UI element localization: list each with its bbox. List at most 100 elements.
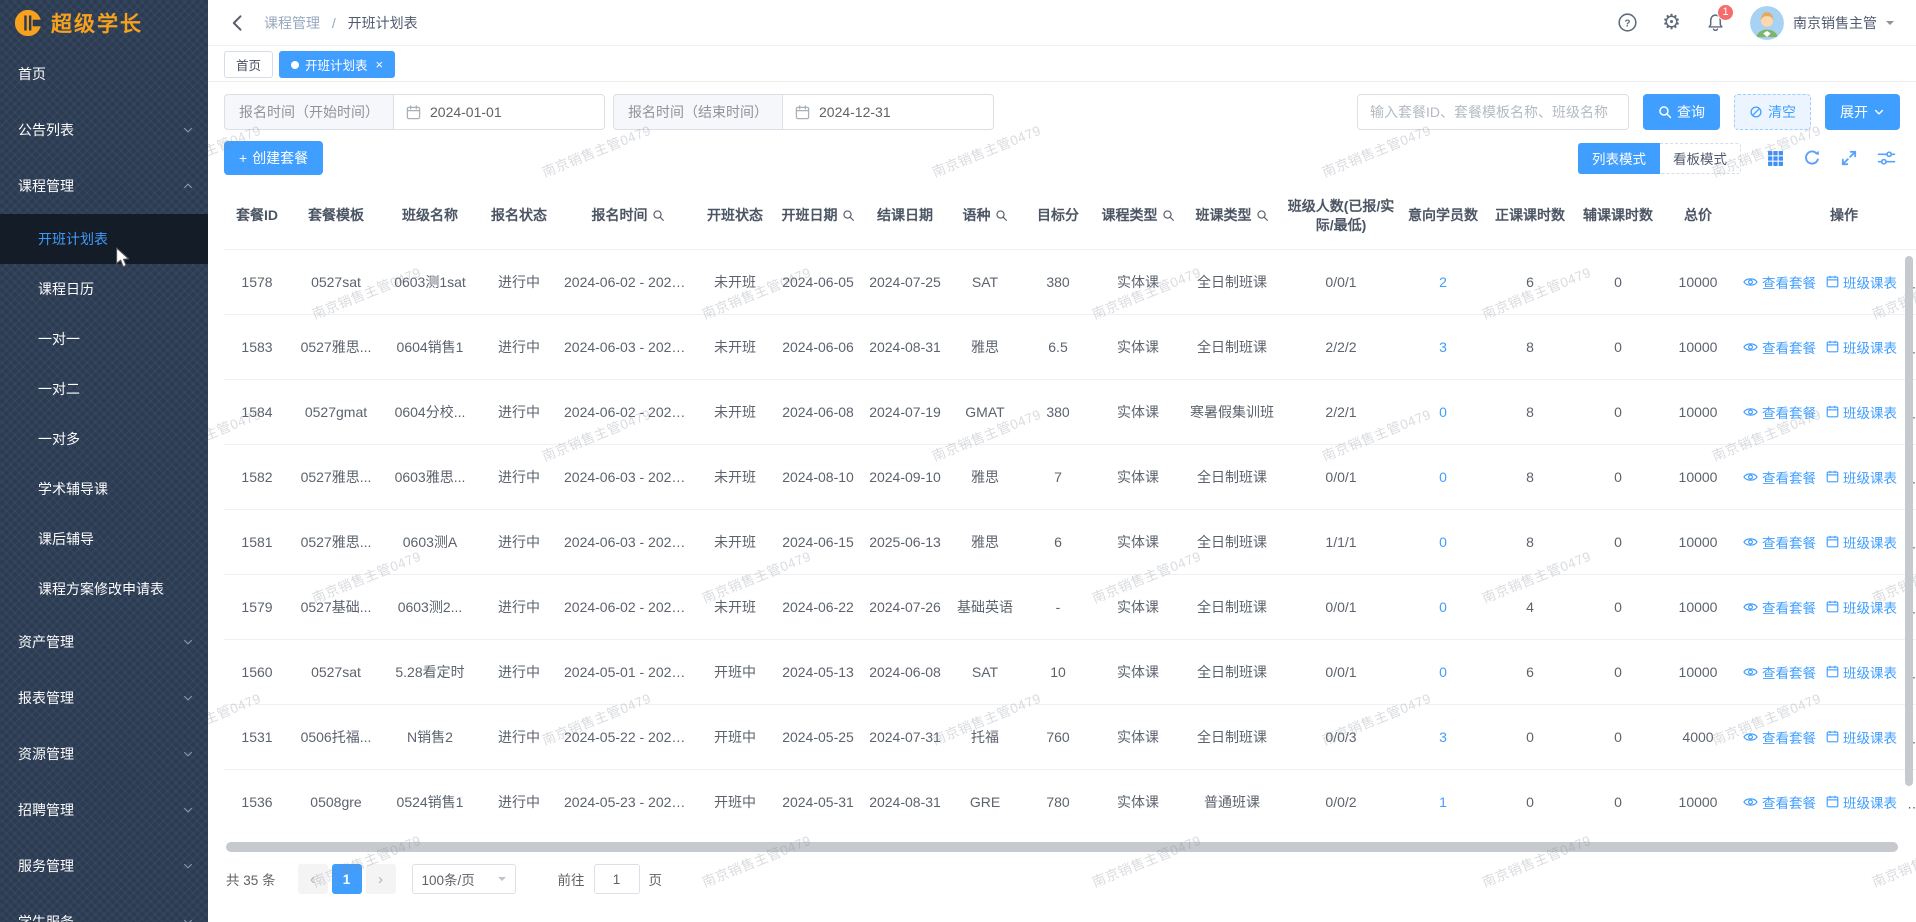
sidebar-item[interactable]: 课程方案修改申请表 xyxy=(0,564,208,614)
class-schedule-link[interactable]: 班级课表 xyxy=(1826,792,1897,812)
clear-button[interactable]: 清空 xyxy=(1734,94,1811,130)
fullscreen-icon[interactable] xyxy=(1840,149,1858,167)
list-mode-button[interactable]: 列表模式 xyxy=(1578,143,1660,174)
sidebar-item[interactable]: 学术辅导课 xyxy=(0,464,208,514)
table-cell: 2024-06-15 xyxy=(774,509,862,574)
tab-close-icon[interactable]: × xyxy=(376,58,384,71)
sidebar-item[interactable]: 首页 xyxy=(0,46,208,102)
class-schedule-link[interactable]: 班级课表 xyxy=(1826,272,1897,292)
column-settings-icon[interactable] xyxy=(1877,149,1896,167)
table-cell: 实体课 xyxy=(1094,574,1182,639)
sidebar-item[interactable]: 课程管理 xyxy=(0,158,208,214)
tab-home[interactable]: 首页 xyxy=(224,51,273,78)
column-header: 结课日期 xyxy=(862,185,948,249)
column-header-label: 课程类型 xyxy=(1102,206,1158,225)
sidebar-item[interactable]: 课后辅导 xyxy=(0,514,208,564)
intent-students-link[interactable]: 3 xyxy=(1400,314,1486,379)
start-date-label: 报名时间（开始时间） xyxy=(224,94,393,130)
search-icon[interactable] xyxy=(1256,209,1269,222)
table-row: 15600527sat5.28看定时进行中2024-05-01 - 2024-0… xyxy=(224,639,1916,704)
end-date-input[interactable]: 2024-12-31 xyxy=(782,94,994,130)
chevron-down-icon xyxy=(182,860,194,872)
notifications-bell-icon[interactable]: 1 xyxy=(1705,12,1726,34)
class-schedule-link[interactable]: 班级课表 xyxy=(1826,402,1897,422)
sidebar-item[interactable]: 服务管理 xyxy=(0,838,208,894)
table-cell: 1578 xyxy=(224,249,290,314)
breadcrumb-parent[interactable]: 课程管理 xyxy=(264,15,320,31)
page-size-select[interactable]: 100条/页 xyxy=(412,864,516,894)
view-package-link[interactable]: 查看套餐 xyxy=(1743,792,1816,812)
sidebar-item[interactable]: 公告列表 xyxy=(0,102,208,158)
view-package-link[interactable]: 查看套餐 xyxy=(1743,337,1816,357)
sidebar-item[interactable]: 报表管理 xyxy=(0,670,208,726)
vertical-scrollbar[interactable] xyxy=(1905,256,1913,786)
table-cell: 进行中 xyxy=(478,379,560,444)
user-menu[interactable]: 南京销售主管 xyxy=(1750,6,1894,40)
class-schedule-link[interactable]: 班级课表 xyxy=(1826,337,1897,357)
settings-gear-icon[interactable]: ⚙ xyxy=(1662,12,1681,33)
query-button[interactable]: 查询 xyxy=(1643,94,1720,130)
intent-students-link[interactable]: 0 xyxy=(1400,509,1486,574)
tab-class-plan[interactable]: 开班计划表 × xyxy=(279,51,395,78)
search-icon[interactable] xyxy=(842,209,855,222)
refresh-icon[interactable] xyxy=(1803,149,1821,167)
sidebar-item[interactable]: 一对二 xyxy=(0,364,208,414)
sidebar-item-active[interactable]: 开班计划表 xyxy=(0,214,208,264)
table-cell: 10 xyxy=(1022,639,1094,704)
class-schedule-link[interactable]: 班级课表 xyxy=(1826,467,1897,487)
intent-students-link[interactable]: 0 xyxy=(1400,639,1486,704)
sidebar-item[interactable]: 一对一 xyxy=(0,314,208,364)
intent-students-link[interactable]: 0 xyxy=(1400,574,1486,639)
view-package-link[interactable]: 查看套餐 xyxy=(1743,662,1816,682)
class-schedule-link[interactable]: 班级课表 xyxy=(1826,727,1897,747)
view-package-link[interactable]: 查看套餐 xyxy=(1743,272,1816,292)
sidebar-item[interactable]: 资源管理 xyxy=(0,726,208,782)
intent-students-link[interactable]: 0 xyxy=(1400,444,1486,509)
intent-students-link[interactable]: 2 xyxy=(1400,249,1486,314)
table-cell: 全日制班课 xyxy=(1182,574,1282,639)
sidebar-item-label: 学生服务 xyxy=(18,912,74,922)
board-mode-button[interactable]: 看板模式 xyxy=(1660,143,1741,174)
prev-page-button[interactable]: ‹ xyxy=(298,864,328,894)
calendar-icon xyxy=(1826,340,1839,353)
view-package-link[interactable]: 查看套餐 xyxy=(1743,597,1816,617)
sidebar-item[interactable]: 课程日历 xyxy=(0,264,208,314)
grid-view-icon[interactable] xyxy=(1767,150,1784,167)
search-icon[interactable] xyxy=(652,209,665,222)
table-cell: 10000 xyxy=(1662,639,1734,704)
search-input[interactable] xyxy=(1357,94,1629,130)
page-number-1[interactable]: 1 xyxy=(332,864,362,894)
create-package-label: 创建套餐 xyxy=(252,148,308,168)
create-package-button[interactable]: + 创建套餐 xyxy=(224,141,323,175)
select-caret-icon xyxy=(498,877,506,885)
sidebar-item[interactable]: 资产管理 xyxy=(0,614,208,670)
view-package-link[interactable]: 查看套餐 xyxy=(1743,727,1816,747)
back-button[interactable] xyxy=(228,13,248,33)
column-header-label: 班级名称 xyxy=(402,206,458,225)
sidebar-item[interactable]: 招聘管理 xyxy=(0,782,208,838)
search-icon[interactable] xyxy=(995,209,1008,222)
sidebar-item[interactable]: 学生服务 xyxy=(0,894,208,922)
next-page-button[interactable]: › xyxy=(366,864,396,894)
view-package-link[interactable]: 查看套餐 xyxy=(1743,467,1816,487)
search-icon[interactable] xyxy=(1162,209,1175,222)
table-cell: - xyxy=(1022,574,1094,639)
intent-students-link[interactable]: 3 xyxy=(1400,704,1486,769)
help-icon[interactable]: ? xyxy=(1617,12,1638,33)
intent-students-link[interactable]: 1 xyxy=(1400,769,1486,834)
view-package-link[interactable]: 查看套餐 xyxy=(1743,532,1816,552)
class-schedule-link[interactable]: 班级课表 xyxy=(1826,532,1897,552)
horizontal-scrollbar[interactable] xyxy=(226,842,1898,852)
table-row: 15360508gre0524销售1进行中2024-05-23 - 2024-0… xyxy=(224,769,1916,834)
class-schedule-link[interactable]: 班级课表 xyxy=(1826,662,1897,682)
class-schedule-link[interactable]: 班级课表 xyxy=(1826,597,1897,617)
start-date-input[interactable]: 2024-01-01 xyxy=(393,94,605,130)
sidebar-item[interactable]: 一对多 xyxy=(0,414,208,464)
table-cell: 托福 xyxy=(948,704,1022,769)
intent-students-link[interactable]: 0 xyxy=(1400,379,1486,444)
view-package-link[interactable]: 查看套餐 xyxy=(1743,402,1816,422)
table-cell: 全日制班课 xyxy=(1182,249,1282,314)
goto-page-input[interactable] xyxy=(594,864,640,894)
expand-button[interactable]: 展开 xyxy=(1825,94,1900,130)
table-cell: 普通班课 xyxy=(1182,769,1282,834)
